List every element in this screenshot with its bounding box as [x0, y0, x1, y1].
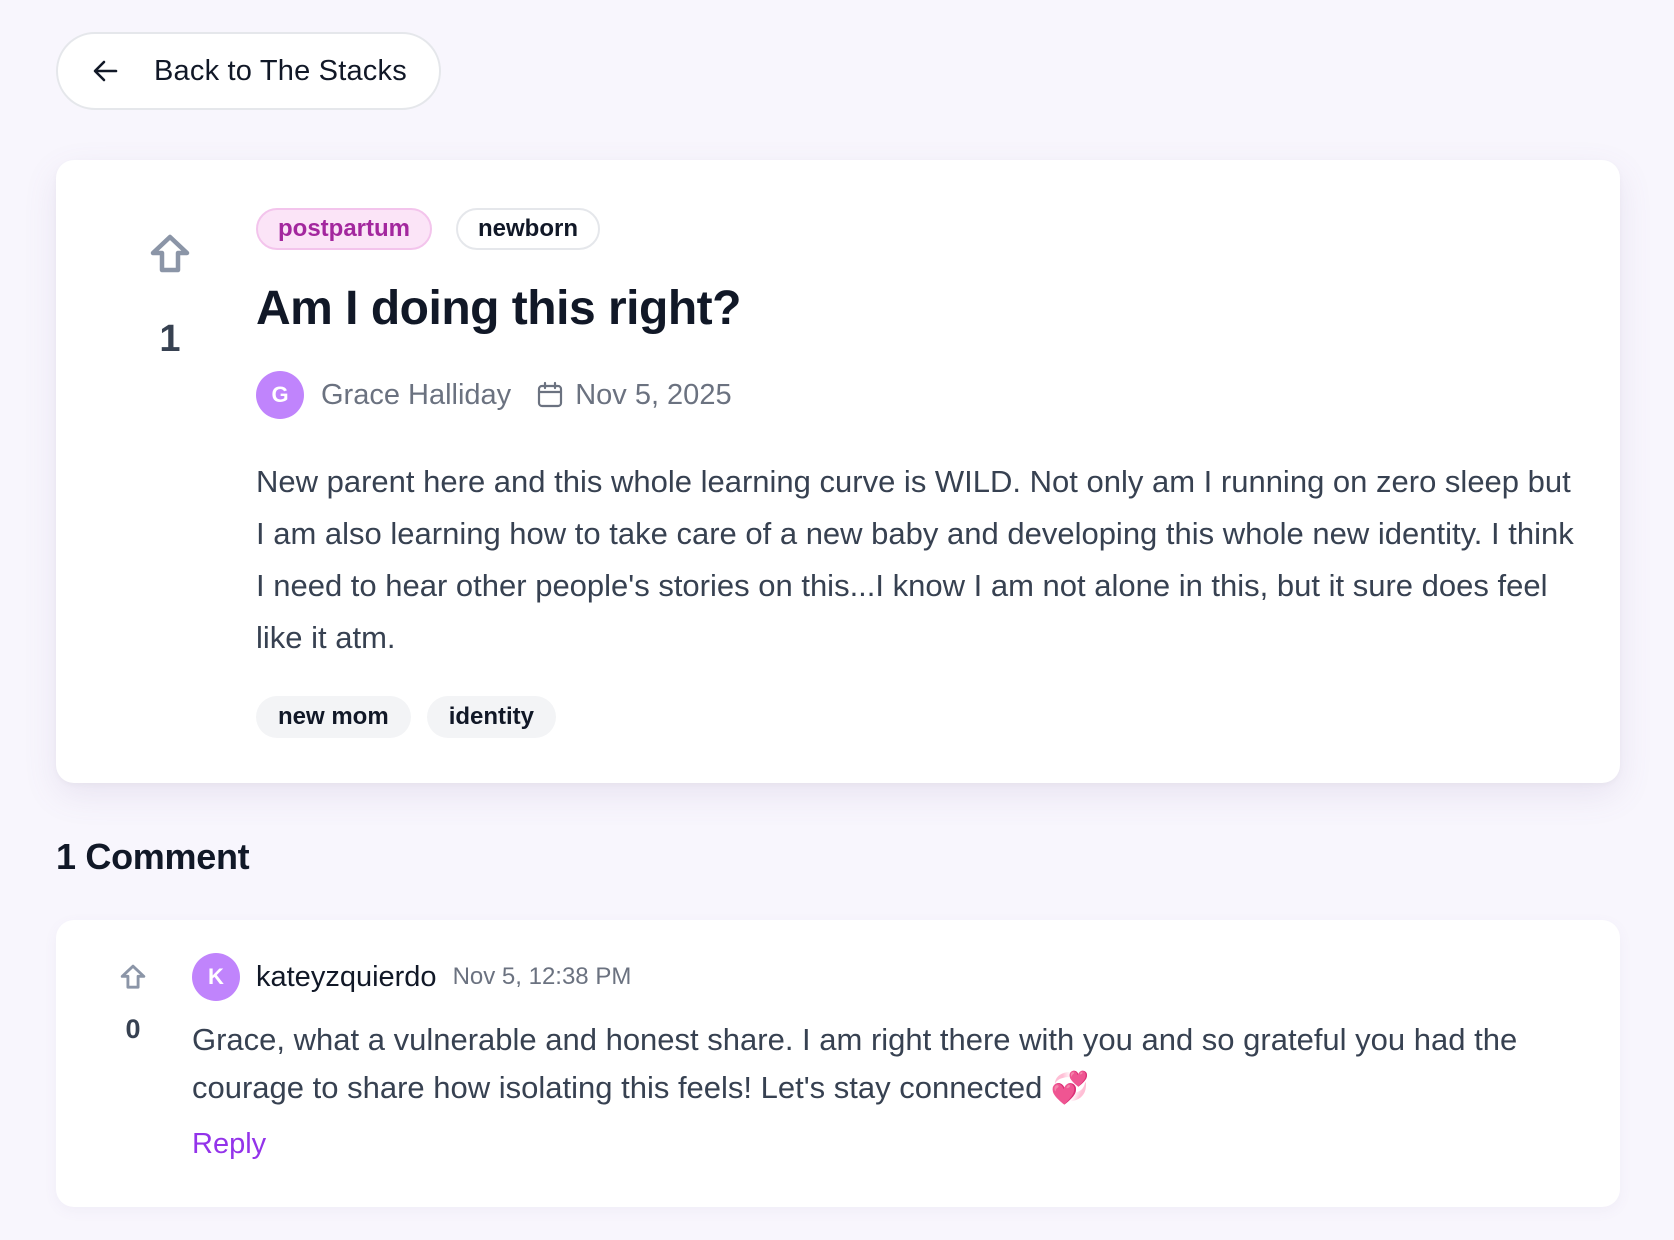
- reply-button[interactable]: Reply: [192, 1128, 266, 1161]
- category-tag-newborn[interactable]: newborn: [456, 208, 600, 250]
- comment-vote-column: 0: [108, 962, 158, 1045]
- comment-upvote-icon[interactable]: [118, 962, 148, 992]
- hashtags: new mom identity: [256, 696, 1566, 738]
- category-tag-postpartum[interactable]: postpartum: [256, 208, 432, 250]
- hashtag-new-mom[interactable]: new mom: [256, 696, 411, 738]
- comment-vote-count: 0: [125, 1014, 141, 1044]
- comment-card: 0 K kateyzquierdo Nov 5, 12:38 PM Grace,…: [56, 920, 1620, 1207]
- author-avatar: G: [256, 371, 304, 419]
- back-to-stacks-button[interactable]: Back to The Stacks: [56, 32, 441, 110]
- post-card: 1 postpartum newborn Am I doing this rig…: [56, 160, 1620, 783]
- post-content: postpartum newborn Am I doing this right…: [256, 208, 1574, 738]
- comments-heading: 1 Comment: [56, 836, 250, 877]
- arrow-left-icon: [92, 57, 120, 85]
- post-body: New parent here and this whole learning …: [256, 464, 1574, 655]
- post-vote-count: 1: [159, 318, 181, 360]
- commenter-avatar: K: [192, 953, 240, 1001]
- comment-header: K kateyzquierdo Nov 5, 12:38 PM: [192, 952, 1592, 1002]
- post-meta: G Grace Halliday Nov 5, 2025: [256, 370, 1566, 420]
- category-tags: postpartum newborn: [256, 208, 1566, 250]
- commenter-name: kateyzquierdo: [256, 960, 437, 993]
- back-button-label: Back to The Stacks: [154, 54, 407, 87]
- comment-body: Grace, what a vulnerable and honest shar…: [192, 1022, 1518, 1105]
- author-name: Grace Halliday: [321, 378, 512, 411]
- post-vote-column: 1: [140, 230, 200, 361]
- calendar-icon: [535, 380, 565, 410]
- post-date: Nov 5, 2025: [575, 378, 732, 411]
- comment-timestamp: Nov 5, 12:38 PM: [452, 963, 632, 990]
- post-title: Am I doing this right?: [256, 282, 741, 335]
- upvote-icon[interactable]: [146, 230, 194, 278]
- comment-content: K kateyzquierdo Nov 5, 12:38 PM Grace, w…: [192, 952, 1592, 1161]
- hashtag-identity[interactable]: identity: [426, 696, 557, 738]
